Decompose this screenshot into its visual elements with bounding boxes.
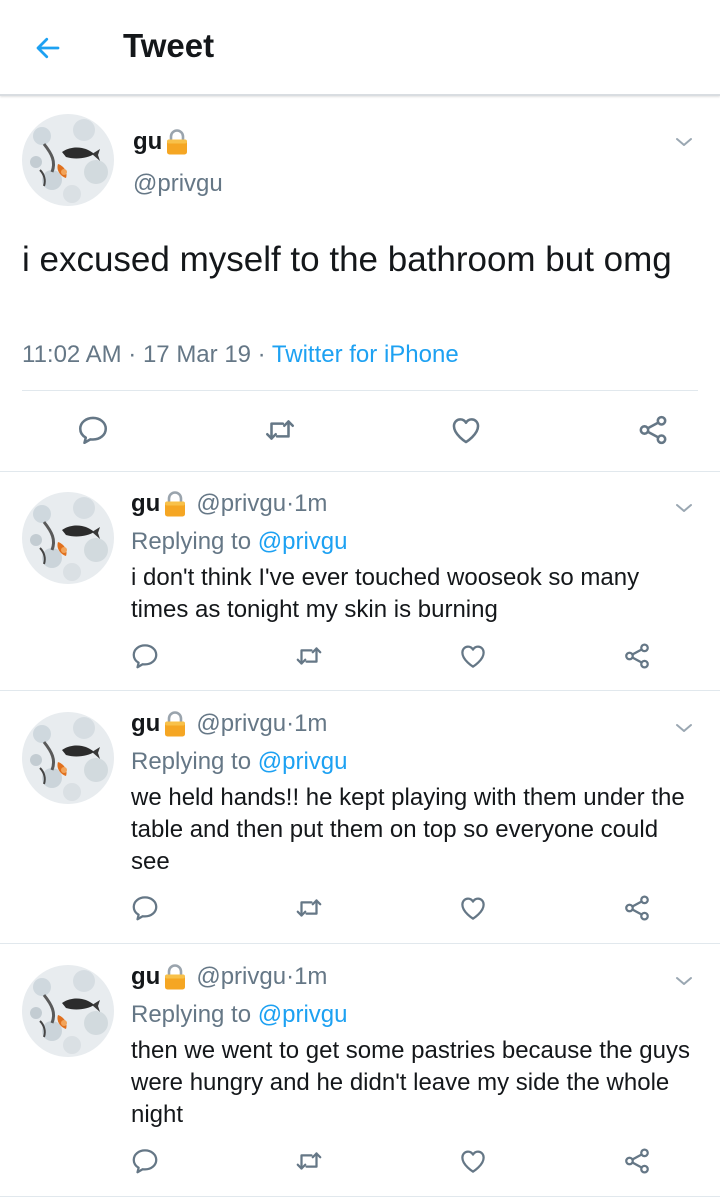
avatar[interactable] [22, 712, 114, 804]
like-icon [449, 413, 483, 447]
author-name[interactable]: gu [133, 128, 190, 156]
back-arrow-icon [36, 37, 60, 59]
like-icon [458, 893, 488, 923]
avatar[interactable] [22, 965, 114, 1057]
chevron-down-icon[interactable] [672, 496, 696, 520]
like-button[interactable] [449, 413, 483, 447]
reply-icon [130, 641, 160, 671]
lock-icon [164, 128, 190, 156]
tweet-meta: 11:02 AM · 17 Mar 19 · Twitter for iPhon… [22, 341, 459, 369]
author-name[interactable]: gu [131, 963, 160, 991]
author-name[interactable]: gu [131, 490, 160, 518]
reply-header: gu @privgu · 1m [131, 963, 327, 991]
author-name[interactable]: gu [131, 710, 160, 738]
replying-to: Replying to @privgu [131, 1001, 347, 1029]
share-icon [636, 413, 670, 447]
reply-tweet[interactable]: gu @privgu · 1m Replying to @privgu i do… [0, 472, 720, 691]
meta-separator: · [251, 341, 272, 368]
replying-prefix: Replying to [131, 748, 252, 775]
like-button[interactable] [456, 891, 490, 925]
lock-icon [162, 963, 188, 991]
meta-separator: · [121, 341, 143, 368]
like-button[interactable] [456, 639, 490, 673]
tweet-text: then we went to get some pastries becaus… [131, 1037, 690, 1128]
author-handle[interactable]: @privgu [196, 490, 286, 518]
like-icon [458, 641, 488, 671]
reply-icon [130, 893, 160, 923]
tweet-text: we held hands!! he kept playing with the… [131, 784, 685, 875]
retweet-icon [294, 1146, 324, 1176]
meta-separator: · [286, 490, 295, 517]
reply-button[interactable] [128, 639, 162, 673]
share-icon [622, 1146, 652, 1176]
page-title: Tweet [123, 27, 215, 64]
divider [22, 390, 698, 391]
author-handle[interactable]: @privgu [133, 170, 223, 198]
tweet-text: i excused myself to the bathroom but omg [22, 240, 672, 279]
avatar[interactable] [22, 114, 114, 206]
tweet-time: 11:02 AM [22, 341, 122, 368]
replying-prefix: Replying to [131, 1001, 252, 1028]
back-button[interactable] [26, 28, 70, 68]
share-button[interactable] [636, 413, 670, 447]
share-button[interactable] [620, 639, 654, 673]
share-button[interactable] [620, 891, 654, 925]
avatar[interactable] [22, 492, 114, 584]
share-icon [622, 641, 652, 671]
meta-separator: · [286, 710, 295, 737]
chevron-down-icon[interactable] [672, 130, 696, 154]
reply-header: gu @privgu · 1m [131, 710, 327, 738]
tweet-text: i don't think I've ever touched wooseok … [131, 564, 640, 623]
author-handle[interactable]: @privgu [196, 710, 286, 738]
lock-icon [162, 490, 188, 518]
author-handle[interactable]: @privgu [196, 963, 286, 991]
share-button[interactable] [620, 1144, 654, 1178]
tweet-source-link[interactable]: Twitter for iPhone [272, 341, 459, 368]
reply-tweet[interactable]: gu @privgu · 1m Replying to @privgu we h… [0, 692, 720, 944]
replying-prefix: Replying to [131, 528, 252, 555]
meta-separator: · [286, 963, 295, 990]
main-tweet[interactable]: gu @privgu i excused myself to the bathr… [0, 98, 720, 472]
retweet-icon [263, 413, 297, 447]
retweet-icon [294, 893, 324, 923]
chevron-down-icon[interactable] [672, 716, 696, 740]
replying-to-mention[interactable]: @privgu [258, 1001, 348, 1028]
retweet-button[interactable] [292, 1144, 326, 1178]
share-icon [622, 893, 652, 923]
retweet-icon [294, 641, 324, 671]
reply-icon [76, 413, 110, 447]
reply-tweet[interactable]: gu @privgu · 1m Replying to @privgu then… [0, 945, 720, 1197]
tweet-age: 1m [294, 710, 328, 737]
tweet-actions [128, 1144, 654, 1178]
tweet-date: 17 Mar 19 [142, 341, 252, 368]
replying-to: Replying to @privgu [131, 528, 347, 556]
top-app-bar: Tweet [0, 0, 720, 96]
replying-to-mention[interactable]: @privgu [258, 528, 348, 555]
reply-header: gu @privgu · 1m [131, 490, 327, 518]
replying-to: Replying to @privgu [131, 748, 347, 776]
replying-to-mention[interactable]: @privgu [258, 748, 348, 775]
tweet-age: 1m [294, 490, 328, 517]
author-name-text: gu [133, 128, 163, 155]
reply-button[interactable] [128, 891, 162, 925]
retweet-button[interactable] [292, 891, 326, 925]
reply-button[interactable] [76, 413, 110, 447]
retweet-button[interactable] [263, 413, 297, 447]
lock-icon [162, 710, 188, 738]
reply-icon [130, 1146, 160, 1176]
retweet-button[interactable] [292, 639, 326, 673]
tweet-actions [128, 639, 654, 673]
tweet-actions [76, 412, 670, 448]
reply-button[interactable] [128, 1144, 162, 1178]
tweet-actions [128, 891, 654, 925]
like-icon [458, 1146, 488, 1176]
tweet-age: 1m [294, 963, 328, 990]
like-button[interactable] [456, 1144, 490, 1178]
chevron-down-icon[interactable] [672, 969, 696, 993]
